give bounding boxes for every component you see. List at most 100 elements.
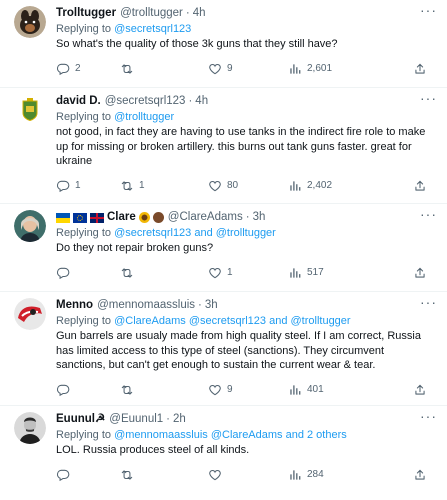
author-name[interactable]: Trolltugger	[56, 6, 116, 21]
replying-to: Replying to @ClareAdams @secretsqrl123 a…	[56, 314, 435, 328]
views-button[interactable]: 517	[288, 266, 378, 280]
author-handle[interactable]: @secretsqrl123	[105, 94, 186, 109]
views-button[interactable]: 284	[288, 468, 378, 482]
reply-count: 1	[75, 180, 81, 191]
views-count: 517	[307, 267, 324, 278]
author-name[interactable]: Menno	[56, 298, 93, 313]
replying-to-prefix: Replying to	[56, 23, 115, 35]
more-icon[interactable]: ···	[420, 207, 437, 221]
replying-to: Replying to @secretsqrl123 and @trolltug…	[56, 226, 435, 240]
heart-icon	[208, 179, 222, 193]
replying-to-prefix: Replying to	[56, 111, 115, 123]
author-handle[interactable]: @mennomaassluis	[97, 298, 195, 313]
like-button[interactable]: 80	[208, 179, 288, 193]
replying-to-link[interactable]: @trolltugger	[114, 111, 174, 123]
more-icon[interactable]: ···	[420, 409, 437, 423]
timestamp[interactable]: 4h	[193, 6, 206, 21]
tweet-text: So what's the quality of those 3k guns t…	[56, 38, 338, 50]
reply-button[interactable]: 2	[56, 62, 120, 76]
tweet[interactable]: Clare @ClareAdams · 3h Replying to @secr…	[0, 204, 447, 292]
retweet-icon	[120, 266, 134, 280]
views-icon	[288, 383, 302, 397]
more-icon[interactable]: ···	[420, 91, 437, 105]
reply-count: 2	[75, 63, 81, 74]
tweet-text: Do they not repair broken guns?	[56, 242, 214, 254]
timestamp[interactable]: 2h	[173, 412, 186, 427]
avatar[interactable]	[14, 6, 46, 38]
tweet[interactable]: Trolltugger @trolltugger · 4h Replying t…	[0, 0, 447, 88]
author-name[interactable]: Euunul☭	[56, 412, 105, 427]
more-icon[interactable]: ···	[420, 3, 437, 17]
like-button[interactable]: 1	[208, 266, 288, 280]
avatar[interactable]	[14, 94, 46, 126]
ukraine-flag-icon	[56, 212, 70, 223]
action-bar: 9 401	[56, 377, 435, 403]
avatar[interactable]	[14, 298, 46, 330]
retweet-button[interactable]	[120, 266, 208, 280]
timestamp[interactable]: 3h	[205, 298, 218, 313]
brown-heart-icon	[152, 212, 164, 223]
share-button[interactable]	[413, 62, 427, 76]
sunflower-icon	[138, 212, 150, 223]
like-button[interactable]: 9	[208, 62, 288, 76]
reply-button[interactable]	[56, 383, 120, 397]
retweet-button[interactable]	[120, 62, 208, 76]
replying-to-link[interactable]: @ClareAdams @secretsqrl123 and @trolltug…	[114, 315, 351, 327]
reply-button[interactable]: 1	[56, 179, 120, 193]
retweet-button[interactable]	[120, 383, 208, 397]
replying-to-link[interactable]: @secretsqrl123 and @trolltugger	[114, 227, 276, 239]
separator: ·	[188, 95, 193, 107]
retweet-button[interactable]	[120, 468, 208, 482]
tweet-text: LOL. Russia produces steel of all kinds.	[56, 444, 250, 456]
reply-button[interactable]	[56, 266, 120, 280]
tweet[interactable]: Menno @mennomaassluis · 3h Replying to @…	[0, 292, 447, 406]
more-icon[interactable]: ···	[420, 295, 437, 309]
views-button[interactable]: 2,402	[288, 179, 378, 193]
retweet-icon	[120, 62, 134, 76]
share-button[interactable]	[413, 266, 427, 280]
views-count: 2,402	[307, 180, 333, 191]
views-count: 2,601	[307, 63, 333, 74]
tweet[interactable]: Euunul☭ @Euunul1 · 2h Replying to @menno…	[0, 406, 447, 500]
author-handle[interactable]: @Euunul1	[109, 412, 163, 427]
share-button[interactable]	[413, 383, 427, 397]
author-handle[interactable]: @trolltugger	[120, 6, 183, 21]
share-icon	[413, 468, 427, 482]
views-icon	[288, 179, 302, 193]
views-icon	[288, 468, 302, 482]
views-count: 284	[307, 469, 324, 480]
author-name[interactable]: david D.	[56, 94, 101, 109]
replying-to: Replying to @secretsqrl123	[56, 22, 435, 36]
heart-icon	[208, 383, 222, 397]
timestamp[interactable]: 3h	[253, 210, 266, 225]
reply-icon	[56, 468, 70, 482]
author-handle[interactable]: @ClareAdams	[168, 210, 243, 225]
action-bar: 1 517	[56, 260, 435, 286]
like-count: 1	[227, 267, 233, 278]
retweet-icon	[120, 468, 134, 482]
like-count: 9	[227, 63, 233, 74]
like-button[interactable]	[208, 468, 288, 482]
heart-icon	[208, 62, 222, 76]
reply-icon	[56, 179, 70, 193]
heart-icon	[208, 266, 222, 280]
share-button[interactable]	[413, 179, 427, 193]
author-name[interactable]: Clare	[107, 210, 136, 225]
tweet[interactable]: david D. @secretsqrl123 · 4h Replying to…	[0, 88, 447, 204]
replying-to-prefix: Replying to	[56, 429, 115, 441]
replying-to-link[interactable]: @secretsqrl123	[114, 23, 191, 35]
like-count: 80	[227, 180, 239, 191]
retweet-button[interactable]: 1	[120, 179, 208, 193]
views-count: 401	[307, 384, 324, 395]
avatar[interactable]	[14, 210, 46, 242]
share-icon	[413, 383, 427, 397]
heart-icon	[208, 468, 222, 482]
reply-button[interactable]	[56, 468, 120, 482]
views-button[interactable]: 401	[288, 383, 378, 397]
avatar[interactable]	[14, 412, 46, 444]
replying-to-link[interactable]: @mennomaassluis @ClareAdams and 2 others	[114, 429, 347, 441]
like-button[interactable]: 9	[208, 383, 288, 397]
views-button[interactable]: 2,601	[288, 62, 378, 76]
timestamp[interactable]: 4h	[195, 94, 208, 109]
share-button[interactable]	[413, 468, 427, 482]
